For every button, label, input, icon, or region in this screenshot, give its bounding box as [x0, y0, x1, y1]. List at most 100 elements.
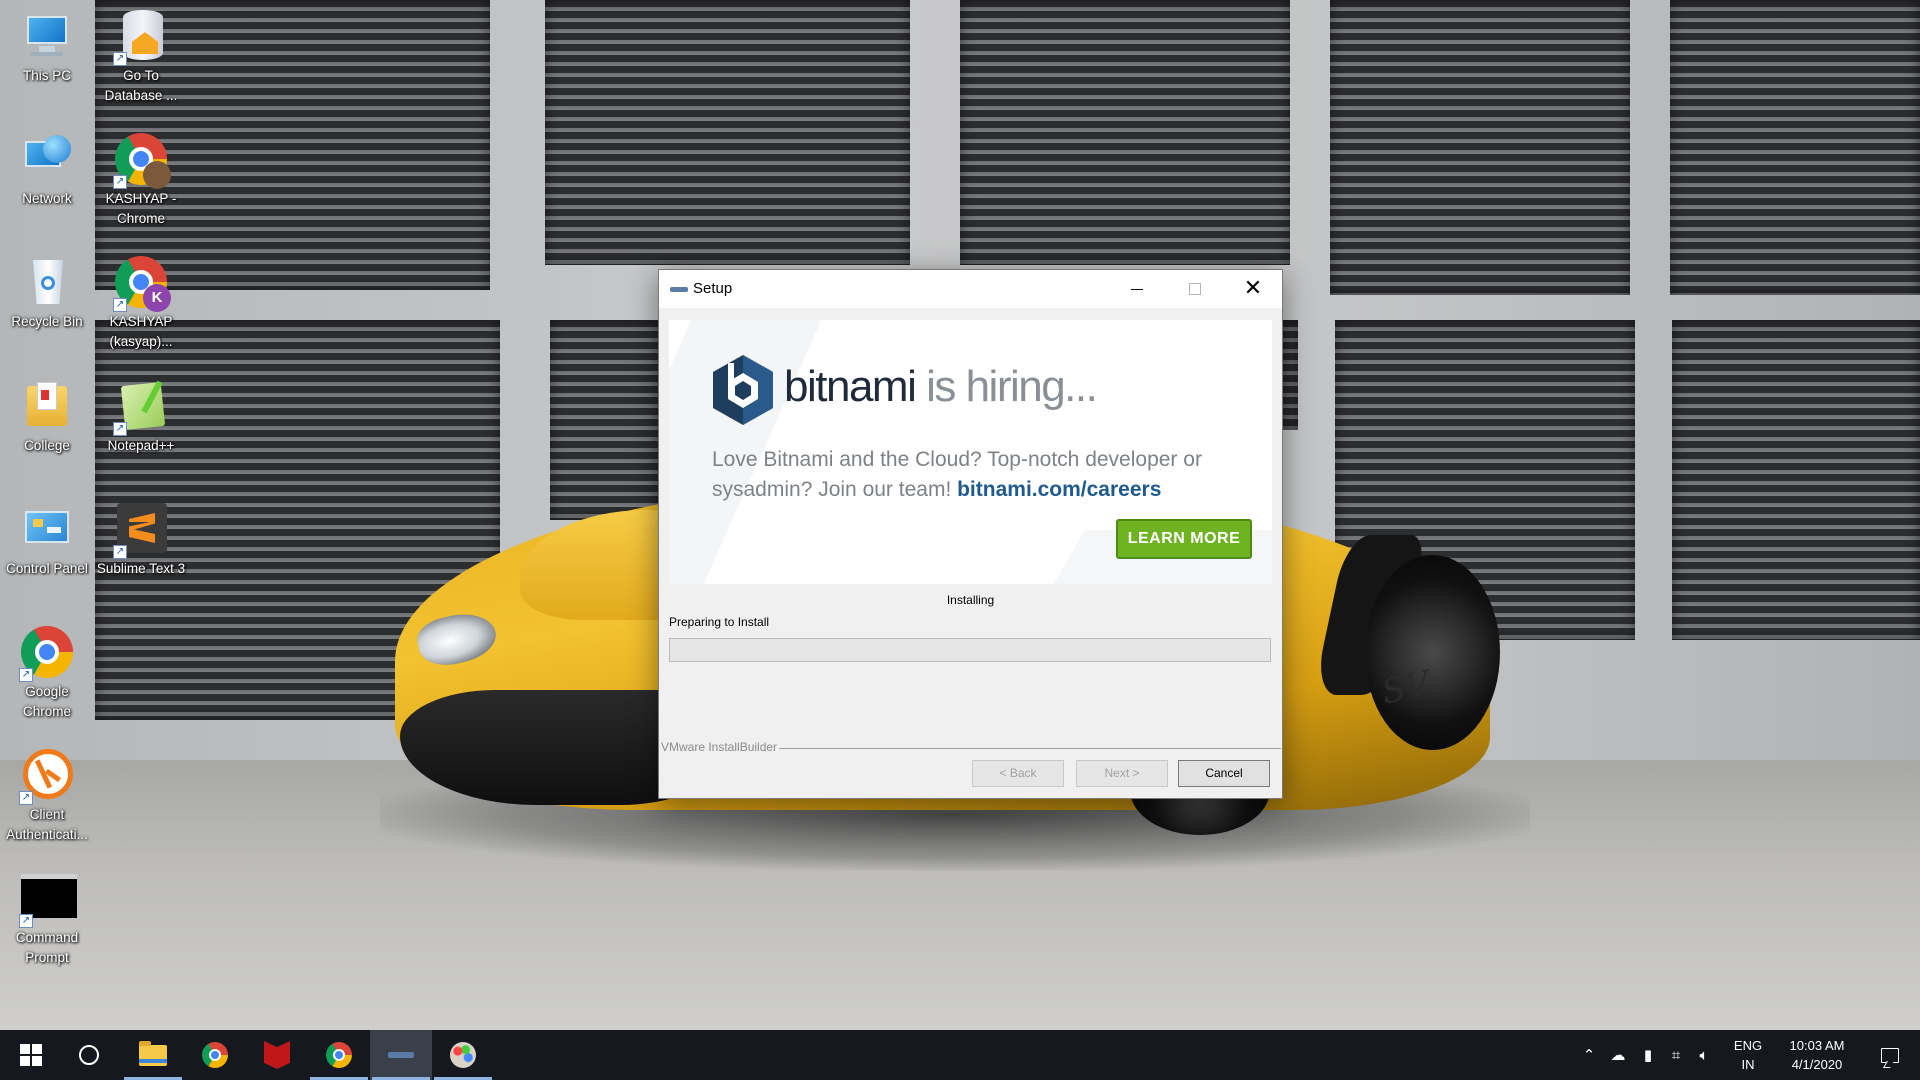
- cloud-icon: ☁: [1610, 1046, 1626, 1064]
- desktop-icon-kashyap-chrome[interactable]: ↗ KASHYAP - Chrome: [94, 133, 188, 229]
- setup-dialog: Setup ✕ bitnami is hiring... Love Bitnam…: [658, 269, 1283, 799]
- clock-date: 4/1/2020: [1791, 1057, 1843, 1072]
- next-button[interactable]: Next >: [1076, 760, 1168, 787]
- language-region: IN: [1741, 1057, 1755, 1072]
- back-button[interactable]: < Back: [972, 760, 1064, 787]
- sublime-text-icon: ↗: [113, 503, 167, 559]
- shortcut-arrow-icon: ↗: [19, 668, 33, 682]
- brand-suffix: is hiring...: [915, 362, 1098, 411]
- dialog-title: Setup: [693, 280, 733, 297]
- desktop-icon-label: Command Prompt: [15, 930, 79, 965]
- taskbar-setup[interactable]: [370, 1030, 432, 1080]
- brand-name: bitnami: [784, 362, 917, 411]
- maximize-icon: [1189, 283, 1201, 295]
- desktop-icon-notepad-plus-plus[interactable]: ↗ Notepad++: [94, 380, 188, 456]
- install-progress-bar: [669, 638, 1271, 662]
- taskbar-google-chrome[interactable]: [184, 1030, 246, 1080]
- wifi-icon: ⌗: [1671, 1046, 1681, 1064]
- taskbar-paint[interactable]: [432, 1030, 494, 1080]
- action-center-button[interactable]: [1860, 1030, 1920, 1080]
- shortcut-arrow-icon: ↗: [113, 52, 127, 66]
- desktop-icon-go-to-database[interactable]: ↗ Go To Database ...: [94, 10, 188, 106]
- start-button[interactable]: [0, 1030, 62, 1080]
- shortcut-arrow-icon: ↗: [113, 545, 127, 559]
- desktop-icon-command-prompt[interactable]: ↗ Command Prompt: [0, 872, 94, 968]
- minimize-button[interactable]: [1108, 270, 1166, 308]
- profile-letter-badge: K: [143, 284, 171, 312]
- shortcut-arrow-icon: ↗: [113, 298, 127, 312]
- paint-palette-icon: [450, 1042, 476, 1068]
- battery-icon: ▮: [1643, 1046, 1653, 1064]
- chrome-icon: ↗: [19, 626, 73, 682]
- desktop-icon-label: This PC: [22, 68, 71, 83]
- mcafee-shield-icon: [264, 1041, 290, 1069]
- installbuilder-label: VMware InstallBuilder: [661, 740, 778, 754]
- careers-link[interactable]: bitnami.com/careers: [957, 478, 1161, 501]
- learn-more-button[interactable]: LEARN MORE: [1116, 519, 1252, 559]
- desktop-icon-this-pc[interactable]: This PC: [0, 10, 94, 86]
- taskbar: ⌃ ☁ ▮ ⌗ 🔈︎ ENG IN 10:03 AM 4/1/2020: [0, 1030, 1920, 1080]
- desktop-icon-google-chrome[interactable]: ↗ Google Chrome: [0, 626, 94, 722]
- install-status-detail: Preparing to Install: [669, 615, 770, 629]
- chrome-icon: [202, 1042, 228, 1068]
- computer-icon: [21, 10, 73, 62]
- install-status-title: Installing: [946, 593, 995, 607]
- chrome-profile-icon: ↗: [113, 133, 171, 189]
- setup-app-icon: [670, 287, 688, 292]
- shortcut-arrow-icon: ↗: [19, 791, 33, 805]
- desktop-icon-kashyap-kasyap[interactable]: K ↗ KASHYAP (kasyap)...: [94, 256, 188, 352]
- bitnami-logo-icon: [713, 355, 773, 425]
- desktop-icon-label: KASHYAP - Chrome: [105, 191, 177, 226]
- tray-battery[interactable]: ▮: [1636, 1030, 1660, 1080]
- tray-onedrive[interactable]: ☁: [1606, 1030, 1630, 1080]
- setup-app-icon: [388, 1052, 414, 1058]
- desktop-icon-client-authentication[interactable]: ↗ Client Authenticati...: [0, 749, 94, 845]
- close-button[interactable]: ✕: [1224, 270, 1282, 308]
- maximize-button: [1166, 270, 1224, 308]
- wallpaper-louver: [1283, 320, 1298, 430]
- desktop-icon-recycle-bin[interactable]: Recycle Bin: [0, 256, 94, 332]
- clock[interactable]: 10:03 AM 4/1/2020: [1772, 1036, 1862, 1074]
- dialog-titlebar[interactable]: Setup ✕: [659, 270, 1282, 308]
- desktop-icon-label: Recycle Bin: [11, 314, 83, 329]
- folder-documents-icon: [21, 380, 73, 432]
- desktop-icon-label: Network: [22, 191, 72, 206]
- desktop-icon-label: Notepad++: [107, 438, 175, 453]
- desktop-icon-label: Google Chrome: [22, 684, 71, 719]
- notification-icon: [1881, 1047, 1899, 1063]
- wallpaper-louver: [960, 0, 1290, 265]
- show-hidden-icons-button[interactable]: ⌃: [1578, 1030, 1600, 1080]
- desktop-icon-label: Sublime Text 3: [96, 561, 186, 576]
- tray-wifi[interactable]: ⌗: [1664, 1030, 1688, 1080]
- desktop-icon-control-panel[interactable]: Control Panel: [0, 503, 94, 579]
- wallpaper-louver: [1672, 320, 1920, 640]
- notepad-plus-plus-icon: ↗: [113, 380, 167, 436]
- language-indicator[interactable]: ENG IN: [1730, 1036, 1766, 1074]
- footer-divider: [779, 748, 1281, 749]
- chrome-profile-k-icon: K ↗: [113, 256, 171, 312]
- cancel-button[interactable]: Cancel: [1178, 760, 1270, 787]
- client-auth-icon: ↗: [19, 749, 73, 805]
- taskbar-mcafee[interactable]: [246, 1030, 308, 1080]
- wallpaper-louver: [550, 320, 660, 520]
- taskbar-file-explorer[interactable]: [122, 1030, 184, 1080]
- chrome-profile-k-icon: [326, 1042, 352, 1068]
- desktop-icon-label: Go To Database ...: [104, 68, 178, 103]
- car-rear-wheel: [1365, 555, 1500, 750]
- minimize-icon: [1131, 288, 1143, 290]
- desktop-icon-label: KASHYAP (kasyap)...: [109, 314, 173, 349]
- command-prompt-icon: ↗: [19, 872, 77, 928]
- desktop-icon-college[interactable]: College: [0, 380, 94, 456]
- clock-time: 10:03 AM: [1789, 1038, 1845, 1053]
- recycle-bin-icon: [21, 256, 73, 308]
- tray-volume[interactable]: 🔈︎: [1692, 1030, 1716, 1080]
- taskbar-chrome-profile-k[interactable]: [308, 1030, 370, 1080]
- desktop-icon-sublime-text[interactable]: ↗ Sublime Text 3: [94, 503, 188, 579]
- cortana-circle-icon: [79, 1045, 99, 1065]
- search-button[interactable]: [58, 1030, 120, 1080]
- wallpaper-louver: [1330, 0, 1630, 295]
- profile-photo-badge: [143, 161, 171, 189]
- wallpaper-louver: [545, 0, 910, 265]
- shortcut-arrow-icon: ↗: [113, 422, 127, 436]
- desktop-icon-network[interactable]: Network: [0, 133, 94, 209]
